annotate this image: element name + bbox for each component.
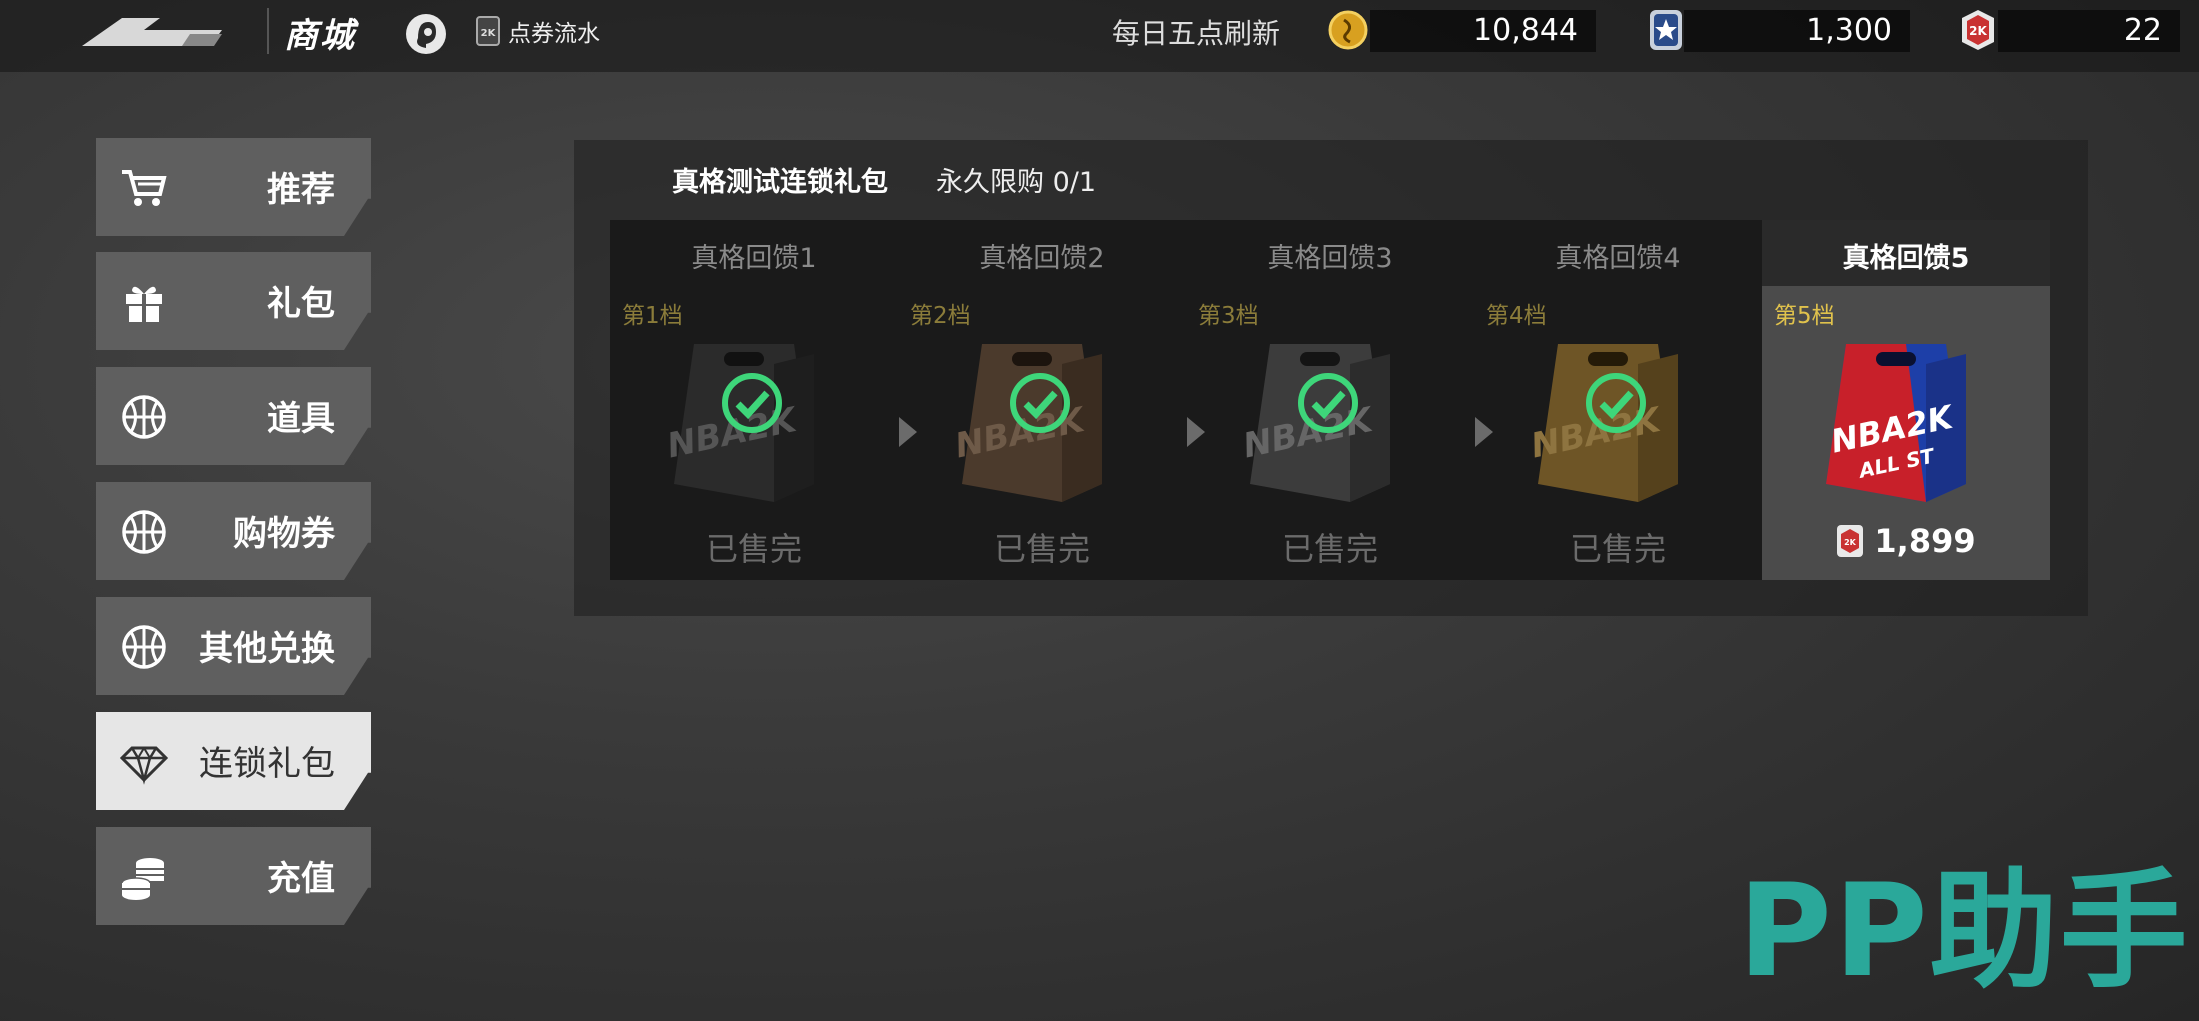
check-circle-icon bbox=[1298, 373, 1358, 433]
sold-out-label: 已售完 bbox=[1281, 530, 1378, 568]
top-bar: 商城 2K 点券流水 每日五点刷新 10,844 1,300 22 2K bbox=[0, 0, 2199, 72]
svg-text:2K: 2K bbox=[1845, 538, 1858, 547]
pack-bag-icon: NBA2K ALL ST bbox=[1826, 344, 1966, 502]
sold-out-label: 已售完 bbox=[705, 530, 802, 568]
star-badge-icon bbox=[1650, 10, 1682, 50]
sold-out-label: 已售完 bbox=[993, 530, 1090, 568]
coupon-ledger-button[interactable]: 2K 点券流水 bbox=[476, 14, 600, 48]
check-circle-icon bbox=[722, 373, 782, 433]
sidebar-item-other-exchange[interactable]: 其他兑换 bbox=[96, 597, 371, 695]
cart-icon bbox=[122, 170, 167, 206]
ledger-label: 点券流水 bbox=[508, 21, 600, 47]
purchase-limit: 永久限购 0/1 bbox=[936, 167, 1097, 198]
sidebar-item-props[interactable]: 道具 bbox=[96, 367, 371, 465]
tier-name: 真格回馈1 bbox=[691, 243, 817, 274]
gold-coin-icon bbox=[1328, 10, 1368, 50]
price-value: 1,899 bbox=[1874, 522, 1976, 560]
tier-body: 第5档 NBA2K ALL ST 2K 1,899 bbox=[1762, 286, 2050, 580]
sidebar-item-label: 道具 bbox=[267, 399, 335, 439]
basketball-icon bbox=[122, 510, 166, 554]
sidebar-item-recommend[interactable]: 推荐 bbox=[96, 138, 371, 236]
2k-coupon-balance: 22 bbox=[1998, 10, 2180, 52]
sidebar-item-label: 连锁礼包 bbox=[199, 744, 335, 784]
sold-out-label: 已售完 bbox=[1569, 530, 1666, 568]
svg-text:2K: 2K bbox=[481, 28, 497, 39]
tier-card-5[interactable]: 真格回馈5 第5档 NBA2K ALL ST 2K 1,899 bbox=[1762, 220, 2050, 580]
price-row[interactable]: 2K 1,899 bbox=[1762, 522, 2050, 560]
sidebar-item-label: 其他兑换 bbox=[199, 629, 335, 669]
sidebar-item-recharge[interactable]: 充值 bbox=[96, 827, 371, 925]
basketball-icon bbox=[122, 625, 166, 669]
check-circle-icon bbox=[1010, 373, 1070, 433]
diamond-icon bbox=[120, 746, 168, 785]
coins-icon bbox=[121, 858, 164, 900]
star-badge-balance: 1,300 bbox=[1684, 10, 1910, 52]
sidebar-item-gift[interactable]: 礼包 bbox=[96, 252, 371, 350]
2k-badge-icon: 2K bbox=[476, 16, 500, 46]
tier-card-1[interactable]: 真格回馈1 第1档 NBA2K 已售完 bbox=[610, 220, 898, 580]
tier-body: 第1档 NBA2K 已售完 bbox=[610, 286, 898, 580]
sidebar-item-label: 购物券 bbox=[233, 514, 335, 554]
tier-body: 第2档 NBA2K 已售完 bbox=[898, 286, 1186, 580]
tier-body: 第3档 NBA2K 已售完 bbox=[1186, 286, 1474, 580]
page-title: 商城 bbox=[284, 16, 356, 56]
pp-assistant-watermark: PP助手 bbox=[1738, 857, 2190, 1006]
gold-coin-balance: 10,844 bbox=[1370, 10, 1596, 52]
tier-card-4[interactable]: 真格回馈4 第4档 NBA2K 已售完 bbox=[1474, 220, 1762, 580]
check-circle-icon bbox=[1586, 373, 1646, 433]
tier-name: 真格回馈5 bbox=[1842, 243, 1970, 274]
customer-service-icon[interactable] bbox=[404, 12, 448, 56]
sidebar-item-chain-pack[interactable]: 连锁礼包 bbox=[96, 712, 371, 810]
sidebar-item-label: 礼包 bbox=[267, 284, 335, 324]
tier-name: 真格回馈2 bbox=[979, 243, 1105, 274]
topbar-divider bbox=[267, 8, 269, 54]
refresh-notice: 每日五点刷新 bbox=[1112, 17, 1281, 50]
gift-icon bbox=[126, 286, 162, 322]
back-arrow-icon[interactable] bbox=[82, 14, 222, 50]
basketball-icon bbox=[122, 395, 166, 439]
tier-body: 第4档 NBA2K 已售完 bbox=[1474, 286, 1762, 580]
svg-text:2K: 2K bbox=[1969, 24, 1987, 38]
2k-coupon-icon: 2K bbox=[1837, 525, 1864, 557]
pack-title: 真格测试连锁礼包 bbox=[672, 167, 888, 198]
sidebar-item-label: 充值 bbox=[267, 859, 335, 899]
2k-coupon-icon: 2K bbox=[1962, 10, 1994, 50]
sidebar-item-label: 推荐 bbox=[267, 170, 335, 210]
tier-name: 真格回馈4 bbox=[1555, 243, 1681, 274]
tier-card-3[interactable]: 真格回馈3 第3档 NBA2K 已售完 bbox=[1186, 220, 1474, 580]
tier-name: 真格回馈3 bbox=[1267, 243, 1393, 274]
sidebar-item-vouchers[interactable]: 购物券 bbox=[96, 482, 371, 580]
tier-card-2[interactable]: 真格回馈2 第2档 NBA2K 已售完 bbox=[898, 220, 1186, 580]
